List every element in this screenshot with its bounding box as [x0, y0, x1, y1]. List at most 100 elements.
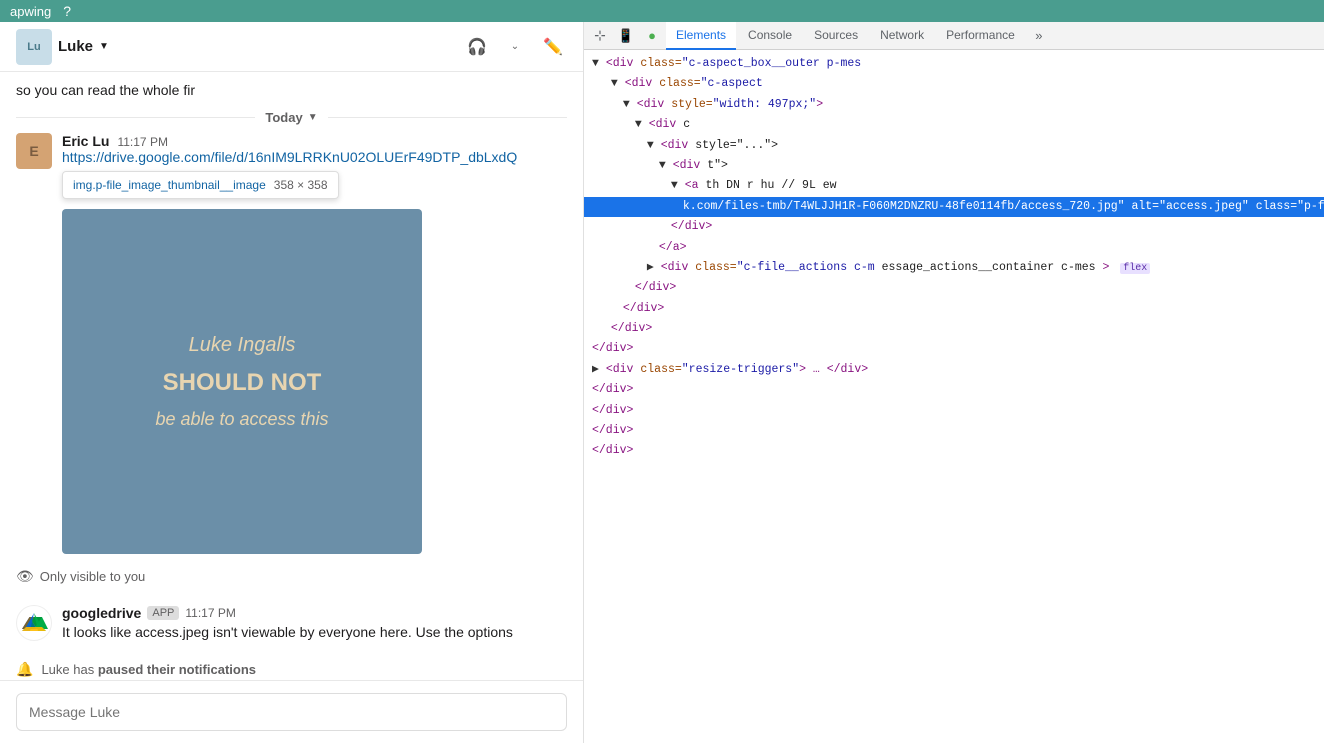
- gdrive-name: googledrive: [62, 605, 141, 621]
- collapse-arrow[interactable]: ▼: [659, 159, 666, 172]
- collapse-arrow[interactable]: ▼: [623, 98, 630, 111]
- notification-text: Luke has paused their notifications: [41, 662, 256, 677]
- dom-line[interactable]: </a>: [584, 238, 1324, 258]
- gdrive-icon: [20, 609, 48, 637]
- dom-line[interactable]: </div>: [584, 380, 1324, 400]
- dom-tag: <div: [661, 139, 689, 152]
- dom-line[interactable]: </div>: [584, 421, 1324, 441]
- dom-line[interactable]: ▶ <div class="c-file__actions c-m essage…: [584, 258, 1324, 278]
- dom-line[interactable]: </div>: [584, 401, 1324, 421]
- dom-attr-value: "c-aspect_box__outer p-mes: [682, 57, 861, 70]
- app-name: apwing: [10, 4, 51, 19]
- dom-line[interactable]: </div>: [584, 441, 1324, 461]
- tab-console-label: Console: [748, 28, 792, 42]
- dom-tag: <div: [625, 77, 653, 90]
- dom-tag: <div: [649, 118, 677, 131]
- dom-line[interactable]: ▼ <div style="...">: [584, 136, 1324, 156]
- dom-line[interactable]: ▼ <div c: [584, 115, 1324, 135]
- message-input-area: [0, 680, 583, 743]
- devtools-panel: ⊹ 📱 ● Elements Console Sources Network P…: [584, 22, 1324, 743]
- tooltip-img-name: img.p-file_image_thumbnail__image: [73, 178, 266, 192]
- tooltip-img-size: 358 × 358: [274, 178, 328, 192]
- message-input[interactable]: [16, 693, 567, 731]
- tab-performance[interactable]: Performance: [936, 22, 1025, 50]
- dom-line[interactable]: ▼ <div t">: [584, 156, 1324, 176]
- app-topbar: apwing ?: [0, 0, 1324, 22]
- chevron-down-icon[interactable]: ⌄: [501, 33, 529, 61]
- eye-icon: 👁: [16, 568, 34, 585]
- dom-line-selected[interactable]: k.com/files-tmb/T4WLJJH1R-F060M2DNZRU-48…: [584, 197, 1324, 217]
- dom-tag: <a: [685, 179, 699, 192]
- dom-line[interactable]: </div>: [584, 278, 1324, 298]
- dom-tag: </div>: [592, 424, 633, 437]
- dom-line[interactable]: </div>: [584, 319, 1324, 339]
- collapse-arrow[interactable]: ▼: [671, 179, 678, 192]
- devtools-topbar: ⊹ 📱 ● Elements Console Sources Network P…: [584, 22, 1324, 50]
- dom-attr-value: "width: 497px;": [713, 98, 817, 111]
- user-avatar: Lu: [16, 29, 52, 65]
- date-divider-text[interactable]: Today ▼: [255, 110, 327, 125]
- dom-line[interactable]: ▶ <div class="resize-triggers"> … </div>: [584, 360, 1324, 380]
- dom-line[interactable]: ▼ <div class="c-aspect: [584, 74, 1324, 94]
- collapse-arrow[interactable]: ▶: [592, 363, 599, 376]
- dom-attr-value: "resize-triggers": [682, 363, 799, 376]
- dom-tag: <div: [606, 57, 634, 70]
- collapse-arrow[interactable]: ▶: [647, 261, 654, 274]
- eric-avatar: E: [16, 133, 52, 169]
- dom-attr-name: class=: [640, 57, 681, 70]
- dom-line[interactable]: ▼ <div class="c-aspect_box__outer p-mes: [584, 54, 1324, 74]
- dom-selected-content: k.com/files-tmb/T4WLJJH1R-F060M2DNZRU-48…: [683, 200, 1324, 213]
- dom-line[interactable]: </div>: [584, 339, 1324, 359]
- cursor-icon[interactable]: ⊹: [588, 24, 612, 48]
- dom-line[interactable]: </div>: [584, 299, 1324, 319]
- dom-attr-value: "c-file__actions c-m: [737, 261, 875, 274]
- dom-tag: </div>: [635, 281, 676, 294]
- tab-elements[interactable]: Elements: [666, 22, 736, 50]
- bell-icon: 🔔: [16, 661, 33, 678]
- edit-icon[interactable]: ✏️: [539, 33, 567, 61]
- dom-tag: <div: [673, 159, 701, 172]
- user-chevron-icon[interactable]: ▼: [99, 41, 109, 52]
- notification-item: 🔔 Luke has paused their notifications: [16, 657, 567, 680]
- dom-tag: </div>: [671, 220, 712, 233]
- preview-text-2: SHOULD NOT: [163, 369, 322, 397]
- gdrive-avatar: [16, 605, 52, 641]
- collapse-arrow[interactable]: ▼: [647, 139, 654, 152]
- help-icon[interactable]: ?: [63, 3, 71, 19]
- dom-attr-name: class=: [695, 261, 736, 274]
- dom-panel[interactable]: ▼ <div class="c-aspect_box__outer p-mes …: [584, 50, 1324, 743]
- image-preview[interactable]: Luke Ingalls SHOULD NOT be able to acces…: [62, 209, 422, 554]
- intro-text: so you can read the whole fir: [16, 82, 567, 98]
- gdrive-header: googledrive APP 11:17 PM: [62, 605, 567, 621]
- dom-tag: </div>: [611, 322, 652, 335]
- notif-bold: paused their notifications: [98, 662, 256, 677]
- dom-line[interactable]: ▼ <div style="width: 497px;">: [584, 95, 1324, 115]
- gdrive-message: googledrive APP 11:17 PM It looks like a…: [16, 597, 567, 649]
- dom-attr-name: class=: [640, 363, 681, 376]
- dom-tag: </div>: [592, 404, 633, 417]
- dom-line[interactable]: ▼ <a th DN r hu // 9L ew: [584, 176, 1324, 196]
- visibility-notice: 👁 Only visible to you: [16, 564, 567, 589]
- headphones-icon[interactable]: 🎧: [463, 33, 491, 61]
- tab-console[interactable]: Console: [738, 22, 802, 50]
- message-item: E Eric Lu 11:17 PM https://drive.google.…: [16, 133, 567, 554]
- collapse-arrow[interactable]: ▼: [635, 118, 642, 131]
- message-link[interactable]: https://drive.google.com/file/d/16nIM9LR…: [62, 149, 517, 165]
- tab-network-label: Network: [880, 28, 924, 42]
- tab-network[interactable]: Network: [870, 22, 934, 50]
- record-icon[interactable]: ●: [640, 24, 664, 48]
- device-icon[interactable]: 📱: [614, 24, 638, 48]
- message-header: Eric Lu 11:17 PM: [62, 133, 567, 149]
- collapse-arrow[interactable]: ▼: [611, 77, 618, 90]
- more-tabs-icon[interactable]: »: [1027, 24, 1051, 48]
- dom-line[interactable]: </div>: [584, 217, 1324, 237]
- dom-tag: </div>: [592, 383, 633, 396]
- collapse-arrow[interactable]: ▼: [592, 57, 599, 70]
- dom-tag: </a>: [659, 241, 687, 254]
- dom-tag: </div>: [592, 444, 633, 457]
- dom-tag: <div: [606, 363, 634, 376]
- date-chevron-icon[interactable]: ▼: [308, 112, 318, 123]
- tab-sources[interactable]: Sources: [804, 22, 868, 50]
- divider-line-right: [328, 117, 567, 118]
- gdrive-body: googledrive APP 11:17 PM It looks like a…: [62, 605, 567, 641]
